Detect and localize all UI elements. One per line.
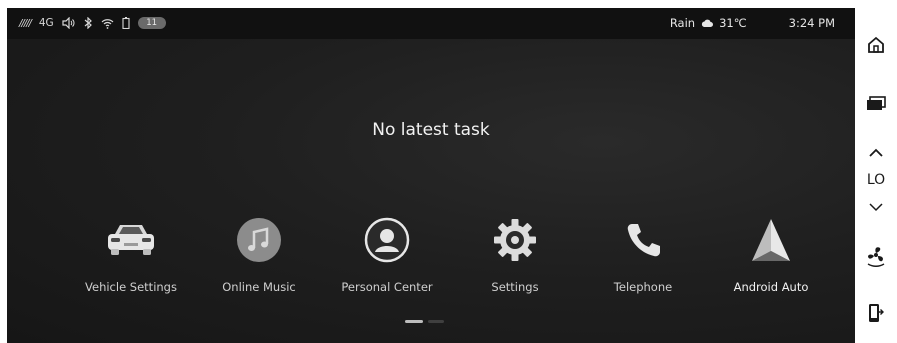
climate-up-button[interactable] [855,142,897,162]
phone-exit-icon [868,303,884,327]
notification-badge[interactable]: 11 [137,17,166,29]
chevron-up-icon [868,143,884,162]
app-telephone[interactable]: Telephone [578,213,708,301]
no-task-message: No latest task [372,120,490,140]
network-type: 4G [38,17,54,29]
bluetooth-icon [83,17,93,29]
gear-icon [488,213,542,267]
music-note-icon [232,213,286,267]
app-label: Android Auto [733,280,809,294]
signal-strength: ///// [19,17,32,29]
status-right: Rain 31℃ 3:24 PM [670,15,835,31]
car-icon [104,213,158,267]
app-label: Vehicle Settings [85,280,177,294]
recent-apps-button[interactable] [855,94,897,118]
app-dock: Vehicle Settings Online Music Personal C… [66,213,855,303]
fan-icon [865,244,887,272]
person-icon [360,213,414,267]
phone-icon [616,213,670,267]
chevron-down-icon [868,197,884,216]
app-android-auto[interactable]: Android Auto [706,213,836,301]
home-icon [867,36,885,58]
wifi-icon [101,18,114,29]
page-dot[interactable] [428,320,444,323]
app-label: Online Music [222,280,296,294]
status-left: ///// 4G 11 [19,15,166,31]
fan-button[interactable] [855,244,897,272]
head-unit-screen: ///// 4G 11 Rain 31℃ 3:24 PM No latest t… [7,8,855,343]
android-auto-icon [744,213,798,267]
app-label: Settings [491,280,539,294]
battery-icon [122,17,130,29]
temperature-readout: 31℃ [719,16,747,30]
climate-level: LO [866,172,886,188]
cloud-icon [701,19,714,28]
app-settings[interactable]: Settings [450,213,580,301]
status-bar: ///// 4G 11 Rain 31℃ 3:24 PM [7,8,855,39]
page-dot-active[interactable] [405,320,423,323]
app-label: Personal Center [341,280,433,294]
app-label: Telephone [613,280,673,294]
clock: 3:24 PM [788,16,835,30]
volume-icon [62,17,75,29]
weather-label: Rain [669,16,696,30]
app-online-music[interactable]: Online Music [194,213,324,301]
home-button[interactable] [855,34,897,60]
side-rail: LO [855,0,897,343]
app-personal-center[interactable]: Personal Center [322,213,452,301]
recent-apps-icon [866,96,886,116]
page-indicator [405,320,444,323]
phone-exit-button[interactable] [855,302,897,328]
climate-down-button[interactable] [855,196,897,216]
app-vehicle-settings[interactable]: Vehicle Settings [66,213,196,301]
